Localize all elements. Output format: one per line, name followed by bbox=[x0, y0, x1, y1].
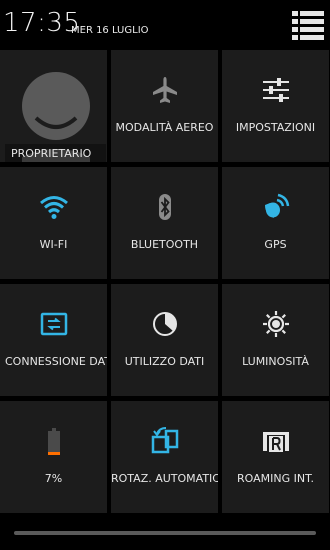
clock: 17:35 bbox=[3, 8, 81, 38]
tile-label: MODALITÀ AEREO bbox=[115, 121, 214, 134]
status-header: 17:35 MER 16 LUGLIO bbox=[0, 0, 330, 50]
tile-roaming[interactable]: ROAMING INT. bbox=[222, 401, 329, 513]
tile-bluetooth[interactable]: BLUETOOTH bbox=[111, 167, 218, 279]
battery-icon bbox=[47, 428, 60, 455]
notifications-toggle-button[interactable] bbox=[292, 10, 324, 40]
gps-icon bbox=[264, 193, 289, 218]
date: MER 16 LUGLIO bbox=[71, 25, 149, 36]
wifi-icon bbox=[39, 196, 68, 219]
tile-owner[interactable]: PROPRIETARIO bbox=[0, 50, 107, 162]
tile-airplane-mode[interactable]: MODALITÀ AEREO bbox=[111, 50, 218, 162]
tile-label: IMPOSTAZIONI bbox=[235, 121, 316, 134]
bluetooth-icon bbox=[158, 194, 171, 220]
airplane-icon bbox=[152, 77, 177, 103]
roaming-icon bbox=[262, 432, 289, 452]
tile-settings[interactable]: IMPOSTAZIONI bbox=[222, 50, 329, 162]
tile-label: WI-FI bbox=[39, 238, 68, 251]
tile-wifi[interactable]: WI-FI bbox=[0, 167, 107, 279]
tile-label: LUMINOSITÀ bbox=[242, 355, 309, 368]
data-usage-icon bbox=[152, 312, 177, 336]
brightness-icon bbox=[262, 311, 289, 337]
tile-label: 7% bbox=[44, 472, 63, 485]
settings-sliders-icon bbox=[262, 78, 289, 102]
tile-auto-rotate[interactable]: ROTAZ. AUTOMATICA bbox=[111, 401, 218, 513]
tile-label: ROAMING INT. bbox=[237, 472, 314, 485]
tile-battery[interactable]: 7% bbox=[0, 401, 107, 513]
tile-data-connection[interactable]: CONNESSIONE DATI bbox=[0, 284, 107, 396]
tile-label: PROPRIETARIO bbox=[5, 144, 106, 162]
tile-label: BLUETOOTH bbox=[130, 238, 199, 251]
panel-drag-handle[interactable] bbox=[14, 531, 316, 535]
tile-label: CONNESSIONE DATI bbox=[5, 355, 107, 368]
tile-data-usage[interactable]: UTILIZZO DATI bbox=[111, 284, 218, 396]
data-connection-icon bbox=[40, 312, 67, 336]
tile-brightness[interactable]: LUMINOSITÀ bbox=[222, 284, 329, 396]
tile-label: ROTAZ. AUTOMATICA bbox=[111, 472, 218, 485]
tile-gps[interactable]: GPS bbox=[222, 167, 329, 279]
list-icon bbox=[292, 11, 324, 40]
auto-rotate-icon bbox=[151, 427, 178, 454]
tile-label: UTILIZZO DATI bbox=[124, 355, 205, 368]
tile-label: GPS bbox=[264, 238, 287, 251]
